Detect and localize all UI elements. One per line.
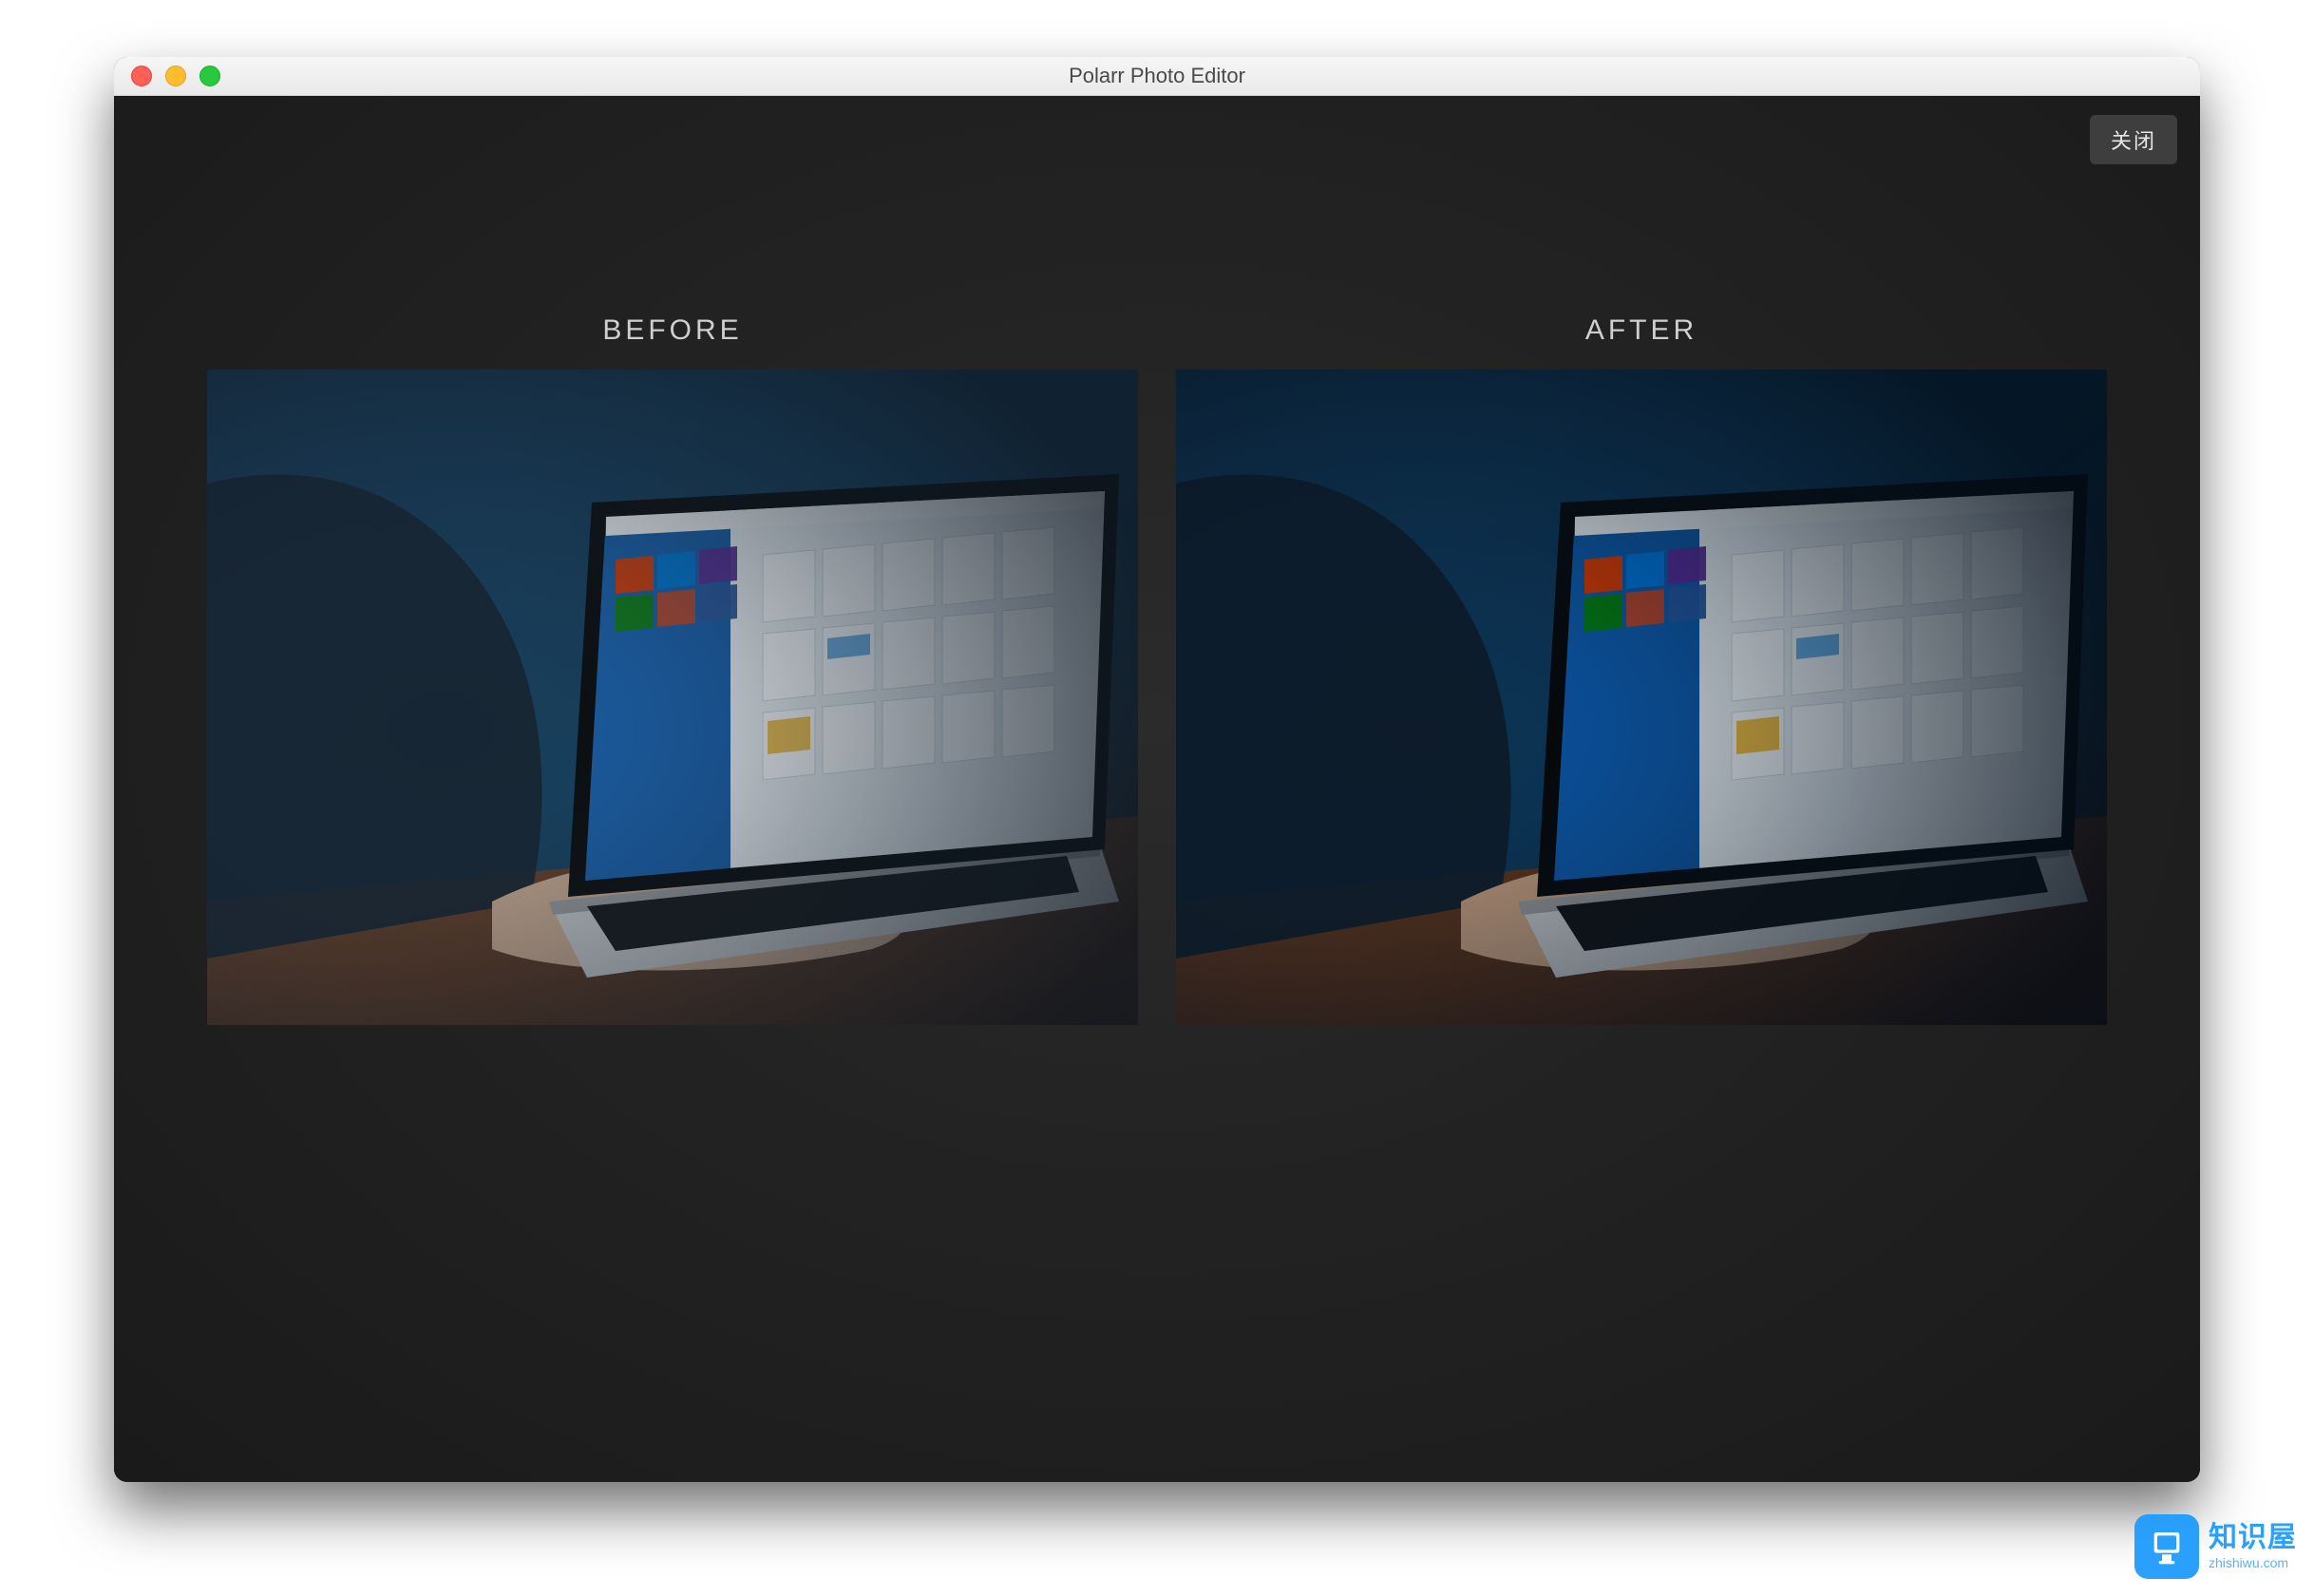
watermark-name: 知识屋 bbox=[2209, 1524, 2297, 1552]
laptop-illustration-icon bbox=[207, 370, 1138, 1025]
laptop-illustration-icon bbox=[1176, 370, 2107, 1025]
window-zoom-button[interactable] bbox=[199, 66, 220, 86]
app-body: 关闭 BEFORE bbox=[114, 96, 2200, 1482]
watermark: 知识屋 zhishiwu.com bbox=[2134, 1514, 2297, 1579]
app-window: Polarr Photo Editor 关闭 BEFORE bbox=[114, 57, 2200, 1482]
before-image bbox=[207, 370, 1138, 1025]
titlebar: Polarr Photo Editor bbox=[114, 57, 2200, 96]
watermark-domain: zhishiwu.com bbox=[2209, 1556, 2297, 1569]
watermark-badge-icon bbox=[2134, 1514, 2199, 1579]
after-image bbox=[1176, 370, 2107, 1025]
window-close-button[interactable] bbox=[131, 66, 152, 86]
watermark-text: 知识屋 zhishiwu.com bbox=[2209, 1524, 2297, 1569]
before-label: BEFORE bbox=[207, 314, 1138, 347]
close-button[interactable]: 关闭 bbox=[2090, 115, 2177, 164]
window-controls bbox=[131, 66, 220, 86]
window-minimize-button[interactable] bbox=[165, 66, 186, 86]
compare-overlay: 关闭 BEFORE bbox=[114, 96, 2200, 1482]
after-label: AFTER bbox=[1176, 314, 2107, 347]
window-title: Polarr Photo Editor bbox=[114, 64, 2200, 88]
compare-container: BEFORE bbox=[114, 314, 2200, 1025]
before-pane: BEFORE bbox=[207, 314, 1138, 1025]
after-pane: AFTER bbox=[1176, 314, 2107, 1025]
